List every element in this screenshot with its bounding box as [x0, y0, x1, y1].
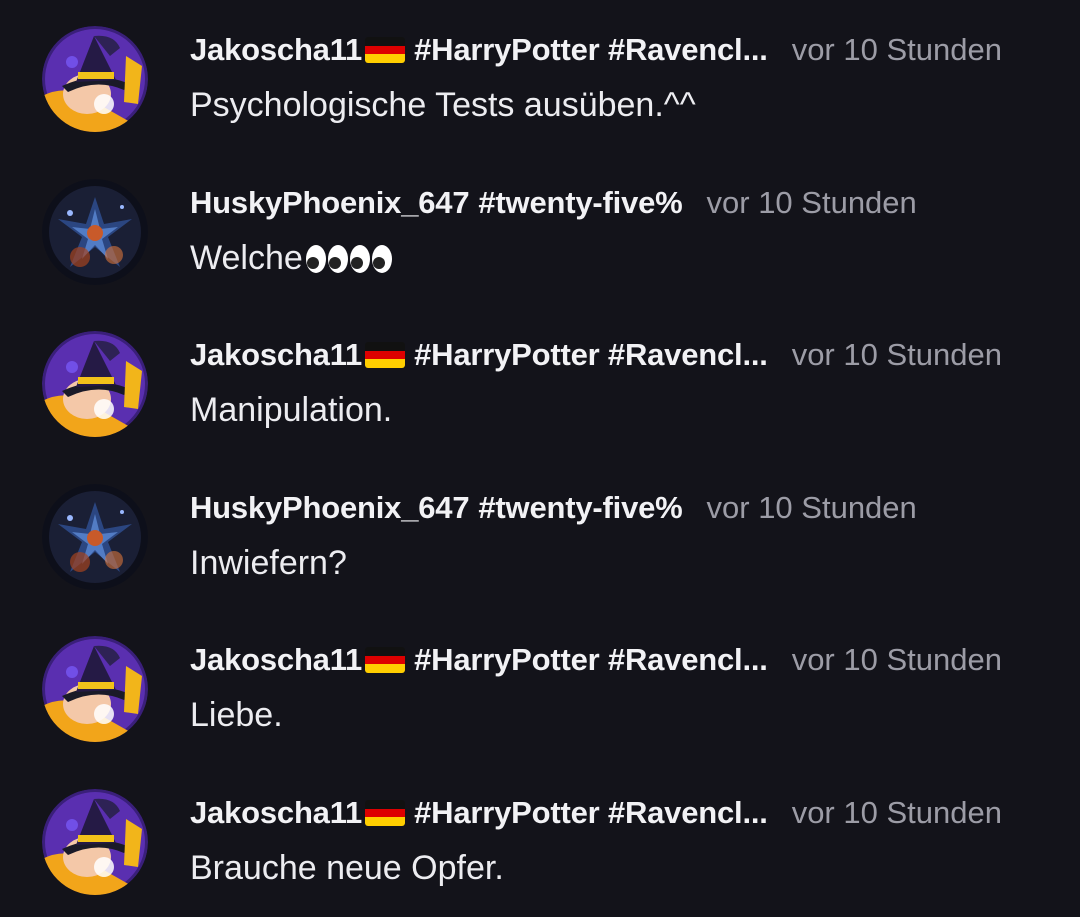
wizard-hat-avatar	[42, 789, 148, 895]
germany-flag-icon	[365, 647, 406, 673]
user-avatar[interactable]	[42, 484, 148, 590]
comment-item: HuskyPhoenix_647 #twenty-five% vor 10 St…	[0, 458, 1080, 610]
user-tags: #twenty-five%	[478, 185, 683, 220]
user-avatar[interactable]	[42, 789, 148, 895]
username-link[interactable]: Jakoscha11	[190, 642, 362, 678]
user-tags: #twenty-five%	[478, 490, 683, 525]
germany-flag-icon	[365, 342, 406, 368]
timestamp: vor 10 Stunden	[706, 490, 917, 525]
comment-text: Psychologische Tests ausüben.^^	[190, 86, 696, 124]
germany-flag-icon	[365, 37, 406, 63]
comment-header: HuskyPhoenix_647 #twenty-five% vor 10 St…	[190, 486, 917, 530]
comment-header: HuskyPhoenix_647 #twenty-five% vor 10 St…	[190, 181, 917, 225]
comment-header: Jakoscha11 #HarryPotter #Ravencl... vor …	[190, 28, 1002, 72]
wizard-hat-avatar	[42, 331, 148, 437]
timestamp: vor 10 Stunden	[706, 185, 917, 220]
comment-text: Manipulation.	[190, 391, 393, 429]
timestamp: vor 10 Stunden	[791, 32, 1002, 67]
user-tags: #HarryPotter #Ravencl...	[414, 795, 768, 830]
comment-item: Jakoscha11 #HarryPotter #Ravencl... vor …	[0, 305, 1080, 457]
comment-text: Brauche neue Opfer.	[190, 849, 504, 887]
timestamp: vor 10 Stunden	[791, 337, 1002, 372]
username-link[interactable]: Jakoscha11	[190, 337, 362, 373]
user-avatar[interactable]	[42, 331, 148, 437]
comment-item: Jakoscha11 #HarryPotter #Ravencl... vor …	[0, 0, 1080, 152]
comment-item: Jakoscha11 #HarryPotter #Ravencl... vor …	[0, 610, 1080, 762]
comment-text: Inwiefern?	[190, 544, 347, 582]
comment-header: Jakoscha11 #HarryPotter #Ravencl... vor …	[190, 638, 1002, 682]
germany-flag-icon	[365, 800, 406, 826]
timestamp: vor 10 Stunden	[791, 642, 1002, 677]
username-link[interactable]: HuskyPhoenix_647	[190, 490, 470, 526]
user-avatar[interactable]	[42, 179, 148, 285]
eyes-emoji-group	[305, 243, 393, 275]
comment-item: Jakoscha11 #HarryPotter #Ravencl... vor …	[0, 763, 1080, 915]
timestamp: vor 10 Stunden	[791, 795, 1002, 830]
comment-header: Jakoscha11 #HarryPotter #Ravencl... vor …	[190, 333, 1002, 377]
eyes-icon	[305, 244, 348, 273]
comment-text: Welche	[190, 239, 393, 278]
user-tags: #HarryPotter #Ravencl...	[414, 642, 768, 677]
user-avatar[interactable]	[42, 636, 148, 742]
wizard-hat-avatar	[42, 636, 148, 742]
phoenix-avatar	[42, 484, 148, 590]
phoenix-avatar	[42, 179, 148, 285]
user-tags: #HarryPotter #Ravencl...	[414, 32, 768, 67]
comment-text: Liebe.	[190, 696, 283, 734]
eyes-icon	[349, 244, 392, 273]
comment-item: HuskyPhoenix_647 #twenty-five% vor 10 St…	[0, 153, 1080, 305]
username-link[interactable]: Jakoscha11	[190, 32, 362, 68]
wizard-hat-avatar	[42, 26, 148, 132]
username-link[interactable]: HuskyPhoenix_647	[190, 185, 470, 221]
user-tags: #HarryPotter #Ravencl...	[414, 337, 768, 372]
user-avatar[interactable]	[42, 26, 148, 132]
comment-text-body: Welche	[190, 239, 303, 277]
comment-header: Jakoscha11 #HarryPotter #Ravencl... vor …	[190, 791, 1002, 835]
comment-feed: Jakoscha11 #HarryPotter #Ravencl... vor …	[0, 0, 1080, 917]
username-link[interactable]: Jakoscha11	[190, 795, 362, 831]
